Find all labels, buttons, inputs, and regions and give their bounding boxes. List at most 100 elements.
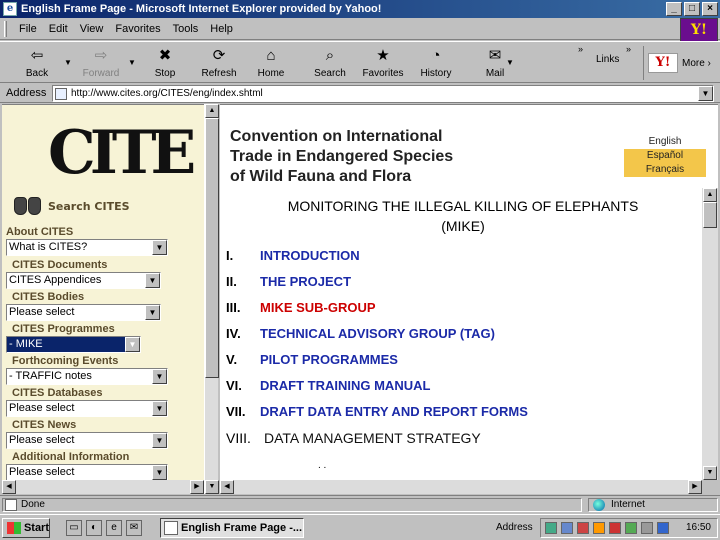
toc-link[interactable]: THE PROJECT [260, 274, 351, 289]
links-overflow-icon[interactable]: » [626, 44, 631, 54]
desktop-icon[interactable]: ▭ [66, 520, 82, 536]
network-icon[interactable] [545, 522, 557, 534]
search-button[interactable]: ⌕ Search [305, 45, 355, 81]
cites-documents-select[interactable]: CITES Appendices ▼ [6, 272, 161, 289]
cites-bodies-label: CITES Bodies [12, 291, 85, 303]
toc-item-project[interactable]: II. THE PROJECT [226, 274, 351, 289]
language-spanish-link[interactable]: Español [624, 149, 706, 163]
scroll-left-icon[interactable]: ◀ [2, 480, 16, 494]
chevron-down-icon[interactable]: ▼ [145, 273, 160, 288]
quicklaunch-icon[interactable]: ◐ [86, 520, 102, 536]
cites-news-select[interactable]: Please select ▼ [6, 432, 168, 449]
search-cites-row[interactable]: Search CITES [12, 195, 130, 217]
task-english-frame-page[interactable]: English Frame Page -... [160, 518, 304, 538]
menu-file[interactable]: File [13, 23, 43, 35]
start-button[interactable]: Start [2, 518, 50, 538]
language-french-link[interactable]: Français [624, 163, 706, 177]
toolbar-overflow-icon[interactable]: » [578, 44, 583, 54]
menu-edit[interactable]: Edit [43, 23, 74, 35]
toc-link[interactable]: MIKE SUB-GROUP [260, 300, 376, 315]
forward-dropdown-icon[interactable]: ▼ [128, 58, 136, 67]
left-frame-scrollbar[interactable]: ▲ ▼ [204, 104, 219, 494]
mail-dropdown-icon[interactable]: ▼ [506, 58, 514, 67]
language-english-link[interactable]: English [624, 135, 706, 149]
chevron-down-icon[interactable]: ▼ [152, 465, 167, 480]
forward-button[interactable]: ⇨ Forward [76, 45, 126, 81]
yahoo-more-button[interactable]: Y! More › [643, 46, 718, 80]
menubar-grip[interactable] [4, 20, 7, 37]
search-label: Search [314, 68, 346, 79]
toc-item-introduction[interactable]: I. INTRODUCTION [226, 248, 360, 263]
address-dropdown-icon[interactable]: ▼ [698, 86, 713, 101]
taskbar-address-label[interactable]: Address [496, 522, 533, 533]
toc-item-tag[interactable]: IV. TECHNICAL ADVISORY GROUP (TAG) [226, 326, 495, 341]
scroll-right-icon[interactable]: ▶ [688, 480, 702, 494]
scroll-thumb[interactable] [703, 202, 717, 228]
maximize-button[interactable]: □ [684, 2, 700, 16]
content-frame-scrollbar[interactable]: ▲ ▼ [702, 188, 718, 480]
yahoo-logo-icon: Y! [648, 53, 678, 73]
history-button[interactable]: ◔ History [411, 45, 461, 81]
additional-information-select[interactable]: Please select ▼ [6, 464, 168, 481]
chevron-down-icon[interactable]: ▼ [152, 433, 167, 448]
toc-link[interactable]: INTRODUCTION [260, 248, 360, 263]
address-input[interactable]: http://www.cites.org/CITES/eng/index.sht… [52, 85, 714, 102]
cites-databases-select[interactable]: Please select ▼ [6, 400, 168, 417]
toc-link[interactable]: PILOT PROGRAMMES [260, 352, 398, 367]
toc-item-training-manual[interactable]: VI. DRAFT TRAINING MANUAL [226, 378, 430, 393]
menu-view[interactable]: View [74, 23, 110, 35]
stop-button[interactable]: ✖ Stop [140, 45, 190, 81]
chevron-down-icon[interactable]: ▼ [152, 240, 167, 255]
menu-help[interactable]: Help [204, 23, 239, 35]
scroll-down-icon[interactable]: ▼ [205, 480, 219, 494]
chevron-down-icon[interactable]: ▼ [152, 401, 167, 416]
toc-item-data-entry-forms[interactable]: VII. DRAFT DATA ENTRY AND REPORT FORMS [226, 404, 528, 419]
content-frame-hscrollbar[interactable]: ◀ ▶ [220, 480, 702, 494]
volume-icon[interactable] [561, 522, 573, 534]
search-icon: ⌕ [325, 47, 335, 64]
ie-quicklaunch-icon[interactable]: e [106, 520, 122, 536]
home-label: Home [257, 68, 285, 79]
search-cites-link[interactable]: Search CITES [48, 200, 130, 213]
footer-dots: . . [318, 460, 327, 471]
back-dropdown-icon[interactable]: ▼ [64, 58, 72, 67]
links-button[interactable]: Links [596, 54, 619, 65]
chevron-down-icon[interactable]: ▼ [145, 305, 160, 320]
scroll-thumb[interactable] [205, 118, 219, 378]
window-title-bar[interactable]: e English Frame Page - Microsoft Interne… [0, 0, 720, 18]
outlook-icon[interactable]: ✉ [126, 520, 142, 536]
menu-favorites[interactable]: Favorites [109, 23, 166, 35]
scroll-up-icon[interactable]: ▲ [703, 188, 717, 202]
cites-programmes-select[interactable]: - MIKE ▼ [6, 336, 141, 353]
left-frame-hscrollbar[interactable]: ◀ ▶ [2, 480, 204, 494]
antivirus-icon[interactable] [577, 522, 589, 534]
toc-link[interactable]: DRAFT DATA ENTRY AND REPORT FORMS [260, 404, 528, 419]
tray-app-icon[interactable] [609, 522, 621, 534]
tray-app-icon[interactable] [657, 522, 669, 534]
chevron-down-icon[interactable]: ▼ [125, 337, 140, 352]
tray-app-icon[interactable] [625, 522, 637, 534]
favorites-button[interactable]: ★ Favorites [358, 45, 408, 81]
scroll-right-icon[interactable]: ▶ [190, 480, 204, 494]
home-button[interactable]: ⌂ Home [246, 45, 296, 81]
chevron-down-icon[interactable]: ▼ [152, 369, 167, 384]
tray-app-icon[interactable] [593, 522, 605, 534]
clock[interactable]: 16:50 [686, 522, 711, 533]
cites-bodies-select[interactable]: Please select ▼ [6, 304, 161, 321]
close-button[interactable]: × [702, 2, 718, 16]
scroll-left-icon[interactable]: ◀ [220, 480, 234, 494]
binoculars-icon [12, 195, 44, 217]
scroll-down-icon[interactable]: ▼ [703, 466, 717, 480]
tray-app-icon[interactable] [641, 522, 653, 534]
toc-item-pilot-programmes[interactable]: V. PILOT PROGRAMMES [226, 352, 398, 367]
toc-item-mike-sub-group[interactable]: III. MIKE SUB-GROUP [226, 300, 376, 315]
forthcoming-events-select[interactable]: - TRAFFIC notes ▼ [6, 368, 168, 385]
toc-link[interactable]: DRAFT TRAINING MANUAL [260, 378, 430, 393]
about-cites-select[interactable]: What is CITES? ▼ [6, 239, 168, 256]
menu-tools[interactable]: Tools [167, 23, 205, 35]
refresh-button[interactable]: ⟳ Refresh [194, 45, 244, 81]
back-button[interactable]: ⇦ Back [12, 45, 62, 81]
toc-link[interactable]: TECHNICAL ADVISORY GROUP (TAG) [260, 326, 495, 341]
minimize-button[interactable]: _ [666, 2, 682, 16]
scroll-up-icon[interactable]: ▲ [205, 104, 219, 118]
